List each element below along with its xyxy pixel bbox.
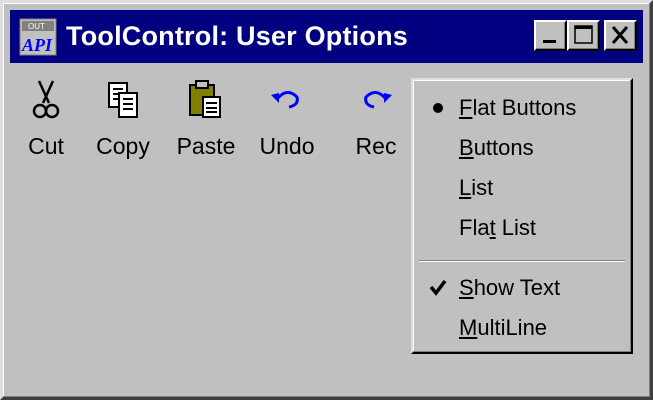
- copy-label: Copy: [96, 133, 150, 159]
- menu-item-label: List: [459, 175, 494, 200]
- menu-item-buttons[interactable]: Buttons: [413, 128, 631, 168]
- toolbar: Cut Copy Paste Undo Rec: [21, 75, 441, 165]
- menu-item-show-text[interactable]: Show Text: [413, 268, 631, 308]
- menu-item-label: Flat Buttons: [459, 95, 577, 120]
- paste-label: Paste: [176, 133, 236, 159]
- close-icon: [611, 26, 629, 44]
- menu-item-label: Show Text: [459, 275, 561, 300]
- checkmark-icon: [413, 268, 459, 308]
- scissors-icon: [26, 79, 66, 121]
- menu-item-label: MultiLine: [459, 315, 548, 340]
- vb-api-icon[interactable]: OUT API: [18, 17, 58, 57]
- undo-icon: [267, 79, 307, 121]
- menu-item-label: Flat List: [459, 215, 537, 240]
- menu-item-label: Buttons: [459, 135, 534, 160]
- undo-label: Undo: [259, 133, 315, 159]
- window-title: ToolControl: User Options: [66, 21, 408, 51]
- minimize-icon: [543, 40, 556, 43]
- redo-icon: [356, 79, 396, 121]
- copy-icon: [103, 79, 143, 121]
- paste-button[interactable]: Paste: [173, 75, 239, 165]
- maximize-icon: [574, 25, 593, 44]
- minimize-button[interactable]: [534, 20, 567, 51]
- app-window: OUT API ToolControl: User Options Cut Co…: [0, 0, 653, 400]
- undo-button[interactable]: Undo: [257, 75, 317, 165]
- svg-text:OUT: OUT: [28, 22, 45, 31]
- context-menu: Flat Buttons Buttons List Flat List Show…: [411, 78, 633, 354]
- close-button[interactable]: [604, 20, 637, 51]
- menu-item-flat-list[interactable]: Flat List: [413, 208, 631, 248]
- cut-button[interactable]: Cut: [21, 75, 71, 165]
- cut-label: Cut: [28, 133, 64, 159]
- menu-item-flat-buttons[interactable]: Flat Buttons: [413, 88, 631, 128]
- menu-separator: [419, 260, 625, 262]
- title-bar[interactable]: OUT API ToolControl: User Options: [10, 10, 643, 63]
- redo-label: Rec: [355, 133, 397, 159]
- redo-button[interactable]: Rec: [341, 75, 411, 165]
- maximize-button[interactable]: [567, 20, 600, 51]
- menu-item-multiline[interactable]: MultiLine: [413, 308, 631, 348]
- window-controls: [534, 20, 637, 51]
- copy-button[interactable]: Copy: [93, 75, 153, 165]
- svg-text:API: API: [21, 35, 53, 55]
- menu-item-list[interactable]: List: [413, 168, 631, 208]
- paste-icon: [186, 79, 226, 121]
- bullet-icon: [413, 88, 459, 128]
